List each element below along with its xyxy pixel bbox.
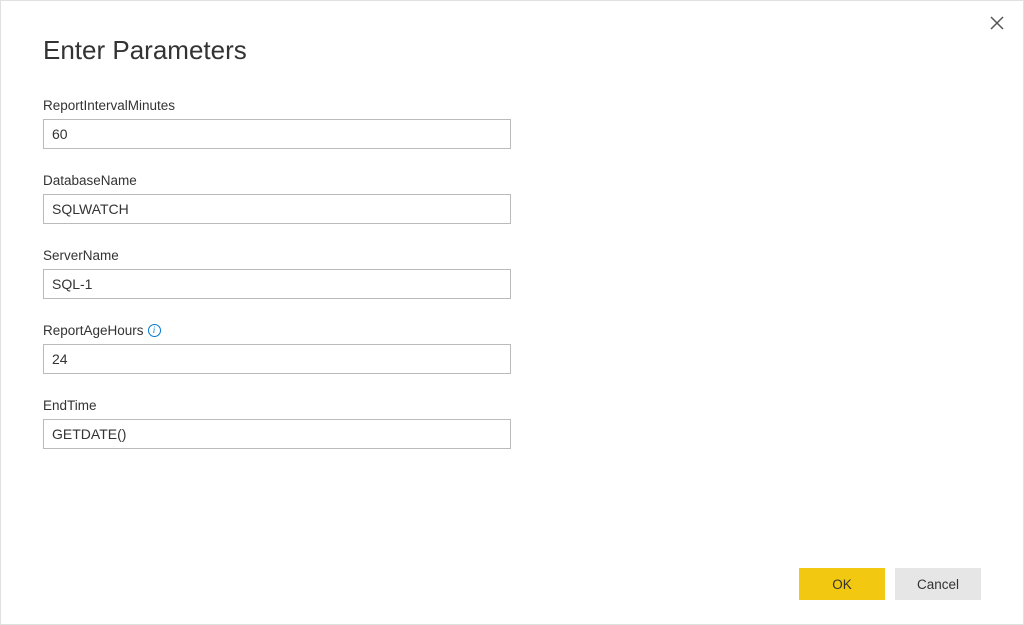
label-text: EndTime — [43, 398, 97, 413]
parameters-dialog: Enter Parameters ReportIntervalMinutes D… — [1, 1, 1023, 624]
field-label: DatabaseName — [43, 173, 511, 188]
info-icon[interactable]: i — [148, 324, 161, 337]
field-servername: ServerName — [43, 248, 511, 299]
fields-container: ReportIntervalMinutes DatabaseName Serve… — [43, 98, 981, 558]
reportintervalminutes-input[interactable] — [43, 119, 511, 149]
label-text: ReportAgeHours — [43, 323, 144, 338]
endtime-input[interactable] — [43, 419, 511, 449]
label-text: DatabaseName — [43, 173, 137, 188]
dialog-footer: OK Cancel — [43, 558, 981, 600]
cancel-button[interactable]: Cancel — [895, 568, 981, 600]
field-databasename: DatabaseName — [43, 173, 511, 224]
field-label: EndTime — [43, 398, 511, 413]
databasename-input[interactable] — [43, 194, 511, 224]
servername-input[interactable] — [43, 269, 511, 299]
field-label: ReportAgeHours i — [43, 323, 511, 338]
ok-button[interactable]: OK — [799, 568, 885, 600]
field-label: ServerName — [43, 248, 511, 263]
reportagehours-input[interactable] — [43, 344, 511, 374]
field-reportintervalminutes: ReportIntervalMinutes — [43, 98, 511, 149]
dialog-title: Enter Parameters — [43, 35, 981, 66]
close-button[interactable] — [985, 11, 1009, 35]
field-label: ReportIntervalMinutes — [43, 98, 511, 113]
field-endtime: EndTime — [43, 398, 511, 449]
label-text: ServerName — [43, 248, 119, 263]
field-reportagehours: ReportAgeHours i — [43, 323, 511, 374]
close-icon — [990, 16, 1004, 30]
label-text: ReportIntervalMinutes — [43, 98, 175, 113]
